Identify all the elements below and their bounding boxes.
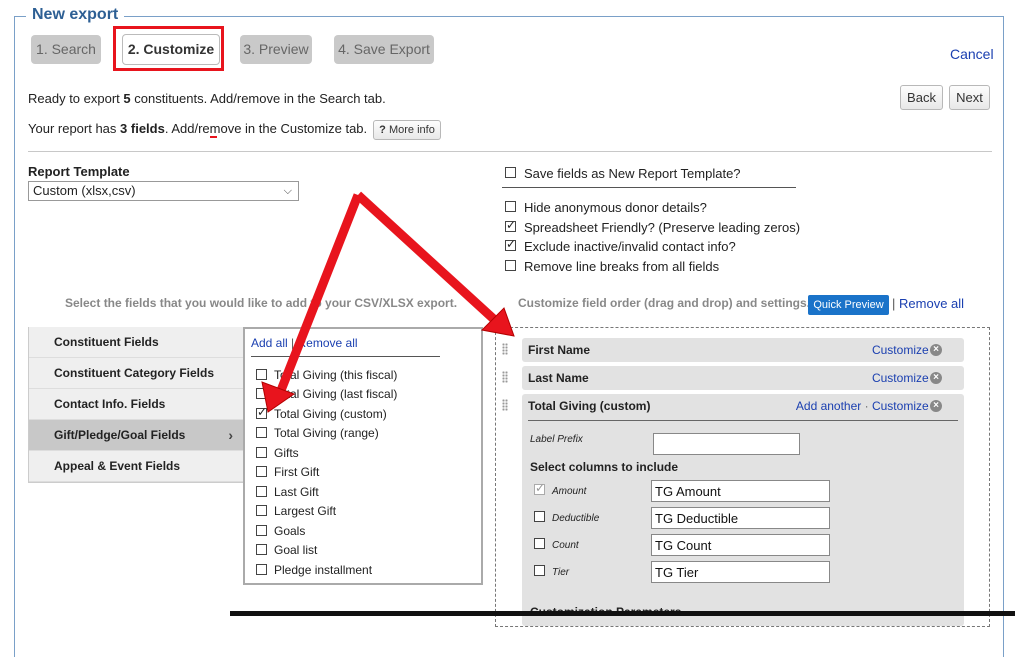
annotation-arrows <box>261 191 515 413</box>
arrow-shaft-right <box>354 191 502 327</box>
arrow-shaft-left <box>273 193 363 400</box>
